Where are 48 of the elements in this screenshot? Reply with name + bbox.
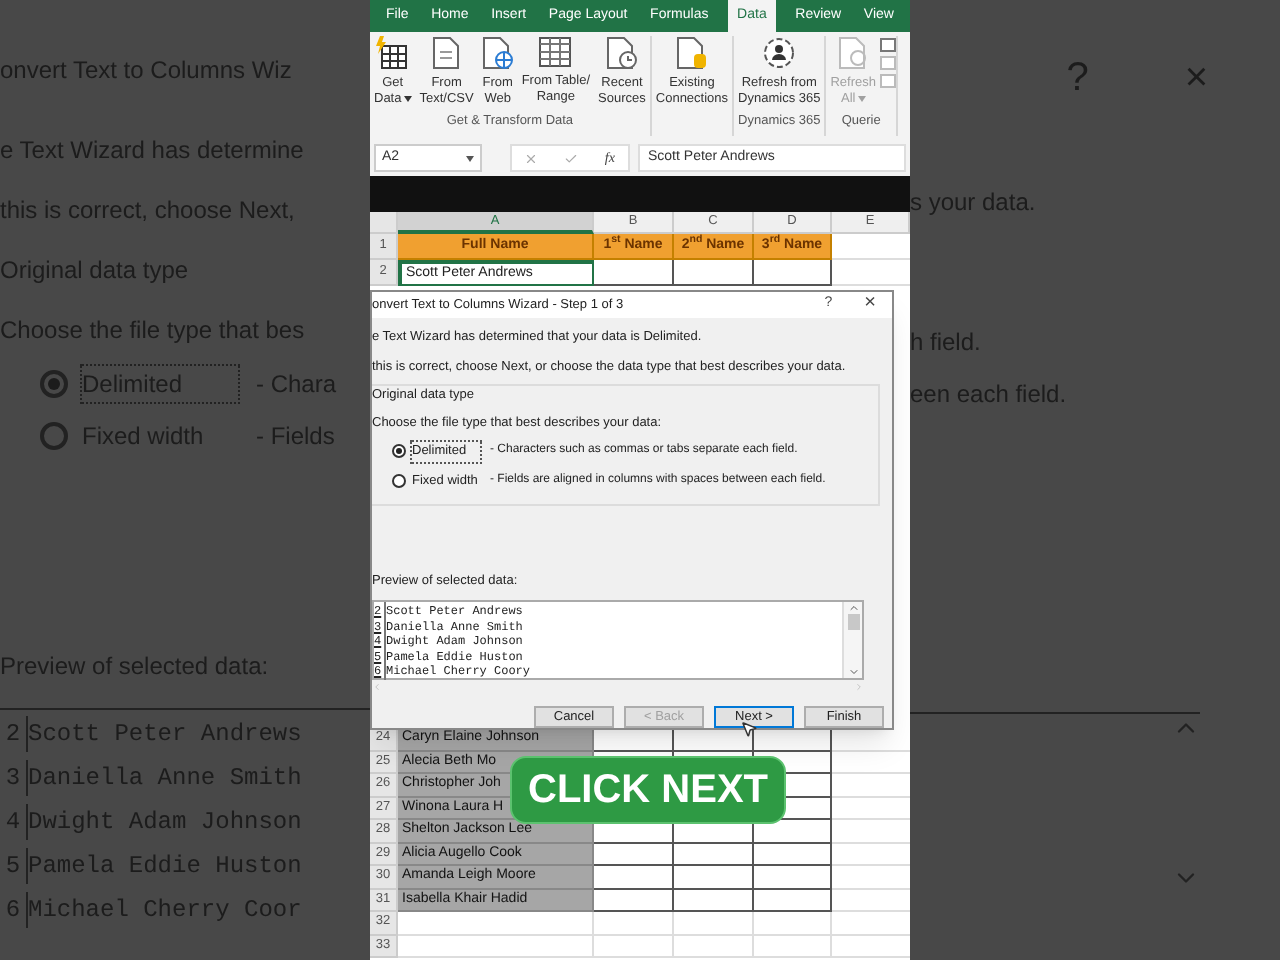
- select-all-corner[interactable]: [370, 212, 398, 234]
- cancel-icon[interactable]: [524, 151, 539, 165]
- table-cell: [754, 260, 832, 286]
- backdrop-text: ?: [1066, 54, 1089, 104]
- radio-button[interactable]: [392, 444, 406, 459]
- vertical-scrollbar[interactable]: [842, 602, 862, 679]
- caret-icon: [403, 95, 412, 102]
- document-refresh-icon: [837, 36, 870, 70]
- table-cell: [754, 843, 832, 866]
- backdrop-text: ×: [1184, 54, 1208, 104]
- mouse-pointer-icon: [740, 720, 758, 738]
- table-cell: [754, 820, 832, 843]
- caret-icon: [857, 95, 866, 102]
- check-icon[interactable]: [564, 151, 579, 165]
- table-cell: [594, 889, 674, 912]
- table-cell: [674, 912, 754, 935]
- table-cell: [674, 866, 754, 889]
- caption-banner: CLICK NEXT: [510, 756, 786, 824]
- document-icon: [432, 36, 461, 70]
- radio-button[interactable]: [392, 474, 406, 488]
- table-cell: [754, 912, 832, 935]
- caret-icon: [466, 155, 474, 161]
- scroll-left-icon[interactable]: [372, 682, 382, 693]
- table-cell: [674, 260, 754, 286]
- table-cell: [832, 889, 910, 912]
- scroll-right-icon[interactable]: [854, 682, 864, 693]
- table-cell: [594, 866, 674, 889]
- table-cell: [594, 843, 674, 866]
- document-clock-icon: [605, 36, 638, 70]
- database-table-icon: [376, 36, 409, 70]
- table-cell: [832, 797, 910, 820]
- table-cell: [754, 889, 832, 912]
- document-globe-icon: [481, 36, 514, 70]
- scroll-up-icon[interactable]: [847, 602, 859, 615]
- close-button[interactable]: ×: [864, 294, 876, 315]
- table-cell: [674, 889, 754, 912]
- table-cell: [674, 728, 754, 751]
- table-cell: [594, 912, 674, 935]
- scrollbar-thumb[interactable]: [847, 614, 859, 631]
- table-cell: [754, 866, 832, 889]
- table-icon: [538, 36, 573, 68]
- table-cell: [674, 843, 754, 866]
- table-cell: [754, 728, 832, 751]
- scroll-down-icon[interactable]: [847, 666, 859, 679]
- table-cell: [832, 751, 910, 774]
- table-cell: [594, 260, 674, 286]
- table-cell: [832, 843, 910, 866]
- table-cell: [594, 728, 674, 751]
